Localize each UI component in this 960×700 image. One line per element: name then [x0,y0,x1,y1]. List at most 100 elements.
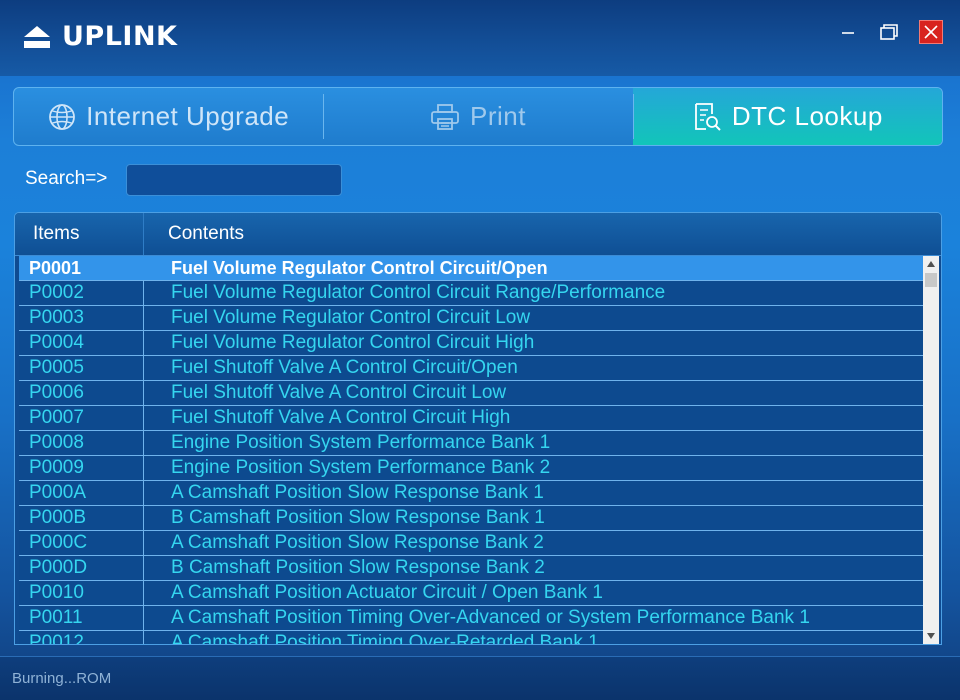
dtc-description-cell: B Camshaft Position Slow Response Bank 2 [171,557,545,578]
table-row[interactable]: P0011 A Camshaft Position Timing Over-Adv… [19,606,923,631]
column-divider [143,213,144,255]
dtc-code-cell: P0006 [29,382,84,403]
cell-divider [143,406,144,430]
restore-icon [880,24,898,40]
scroll-up-button[interactable] [923,256,939,272]
dtc-description-cell: A Camshaft Position Timing Over-Advanced… [171,607,810,628]
dtc-table: Items Contents P0001 Fuel Volume Regulato… [14,212,942,645]
tab-dtc-lookup-label: DTC Lookup [731,101,883,131]
table-row[interactable]: P0007 Fuel Shutoff Valve A Control Circui… [19,406,923,431]
dtc-code-cell: P000C [29,532,88,553]
dtc-code-cell: P0005 [29,357,84,378]
cell-divider [143,356,144,380]
table-row[interactable]: P000A A Camshaft Position Slow Response B… [19,481,923,506]
dtc-description-cell: Fuel Shutoff Valve A Control Circuit Low [171,382,507,403]
cell-divider [143,506,144,530]
search-input[interactable] [126,164,342,196]
dtc-code-cell: P000A [29,482,87,503]
search-label: Search=> [25,168,108,189]
cell-divider [143,331,144,355]
table-row[interactable]: P0001 Fuel Volume Regulator Control Circu… [19,256,923,281]
cell-divider [143,581,144,605]
dtc-description-cell: Engine Position System Performance Bank … [171,457,551,478]
dtc-description-cell: Fuel Shutoff Valve A Control Circuit/Ope… [171,357,518,378]
dtc-code-cell: P000B [29,507,87,528]
cell-divider [143,281,144,305]
dtc-description-cell: A Camshaft Position Actuator Circuit / O… [171,582,603,603]
dtc-description-cell: Fuel Volume Regulator Control Circuit Hi… [171,332,535,353]
restore-button[interactable] [877,20,901,44]
dtc-description-cell: Fuel Volume Regulator Control Circuit Lo… [171,307,531,328]
app-logo: UPLINK [22,20,177,54]
scrollbar-thumb[interactable] [925,273,937,287]
dtc-description-cell: A Camshaft Position Slow Response Bank 1 [171,482,544,503]
table-row[interactable]: P0004 Fuel Volume Regulator Control Circu… [19,331,923,356]
table-row[interactable]: P0008 Engine Position System Performance … [19,431,923,456]
tab-dtc-lookup[interactable]: DTC Lookup [632,88,942,145]
table-row[interactable]: P0010 A Camshaft Position Actuator Circui… [19,581,923,606]
tab-internet-upgrade[interactable]: Internet Upgrade [14,88,323,145]
uplink-logo-icon [24,26,50,48]
table-row[interactable]: P0002 Fuel Volume Regulator Control Circu… [19,281,923,306]
tab-print[interactable]: Print [323,88,632,145]
arrow-up-icon [927,261,935,267]
table-row[interactable]: P000D B Camshaft Position Slow Response B… [19,556,923,581]
cell-divider [143,481,144,505]
minimize-icon [842,32,854,34]
table-row[interactable]: P000B B Camshaft Position Slow Response B… [19,506,923,531]
dtc-description-cell: Engine Position System Performance Bank … [171,432,551,453]
column-header-contents[interactable]: Contents [168,213,244,255]
dtc-code-cell: P0002 [29,282,84,303]
dtc-code-cell: P0011 [29,607,83,628]
dtc-code-cell: P0008 [29,432,84,453]
cell-divider [143,431,144,455]
dtc-code-cell: P0007 [29,407,84,428]
dtc-description-cell: Fuel Shutoff Valve A Control Circuit Hig… [171,407,511,428]
tab-print-label: Print [470,101,526,131]
cell-divider [143,256,144,280]
dtc-description-cell: Fuel Volume Regulator Control Circuit/Op… [171,258,548,278]
table-row[interactable]: P0012 A Camshaft Position Timing Over-Ret… [19,631,923,644]
minimize-button[interactable] [836,20,860,44]
dtc-description-cell: A Camshaft Position Timing Over-Retarded… [171,632,599,644]
tab-internet-upgrade-label: Internet Upgrade [86,101,290,131]
cell-divider [143,306,144,330]
cell-divider [143,456,144,480]
table-row[interactable]: P0006 Fuel Shutoff Valve A Control Circui… [19,381,923,406]
title-bar: UPLINK [0,0,960,76]
arrow-down-icon [927,633,935,639]
cell-divider [143,381,144,405]
table-row[interactable]: P0005 Fuel Shutoff Valve A Control Circui… [19,356,923,381]
dtc-description-cell: A Camshaft Position Slow Response Bank 2 [171,532,544,553]
dtc-code-cell: P0010 [29,582,84,603]
status-bar: Burning...ROM [0,656,960,700]
vertical-scrollbar[interactable] [923,256,939,644]
scroll-down-button[interactable] [923,628,939,644]
document-search-icon [692,102,722,132]
dtc-description-cell: Fuel Volume Regulator Control Circuit Ra… [171,282,666,303]
table-header: Items Contents [15,213,941,256]
cell-divider [143,631,144,644]
table-row[interactable]: P000C A Camshaft Position Slow Response B… [19,531,923,556]
table-row[interactable]: P0003 Fuel Volume Regulator Control Circu… [19,306,923,331]
dtc-code-cell: P0009 [29,457,84,478]
status-text: Burning...ROM [12,670,112,687]
cell-divider [143,531,144,555]
dtc-description-cell: B Camshaft Position Slow Response Bank 1 [171,507,545,528]
dtc-code-cell: P0012 [29,632,84,644]
cell-divider [143,556,144,580]
globe-icon [48,103,76,131]
close-button[interactable] [919,20,943,44]
dtc-code-cell: P0004 [29,332,84,353]
column-header-items[interactable]: Items [33,213,79,255]
cell-divider [143,606,144,630]
dtc-code-cell: P0001 [29,258,82,278]
app-title: UPLINK [62,21,178,52]
table-body: P0001 Fuel Volume Regulator Control Circu… [19,256,923,644]
printer-icon [430,103,460,131]
table-row[interactable]: P0009 Engine Position System Performance … [19,456,923,481]
tab-bar: Internet Upgrade Print DTC Lookup [13,87,943,146]
close-icon [924,25,938,39]
dtc-code-cell: P000D [29,557,88,578]
dtc-code-cell: P0003 [29,307,84,328]
